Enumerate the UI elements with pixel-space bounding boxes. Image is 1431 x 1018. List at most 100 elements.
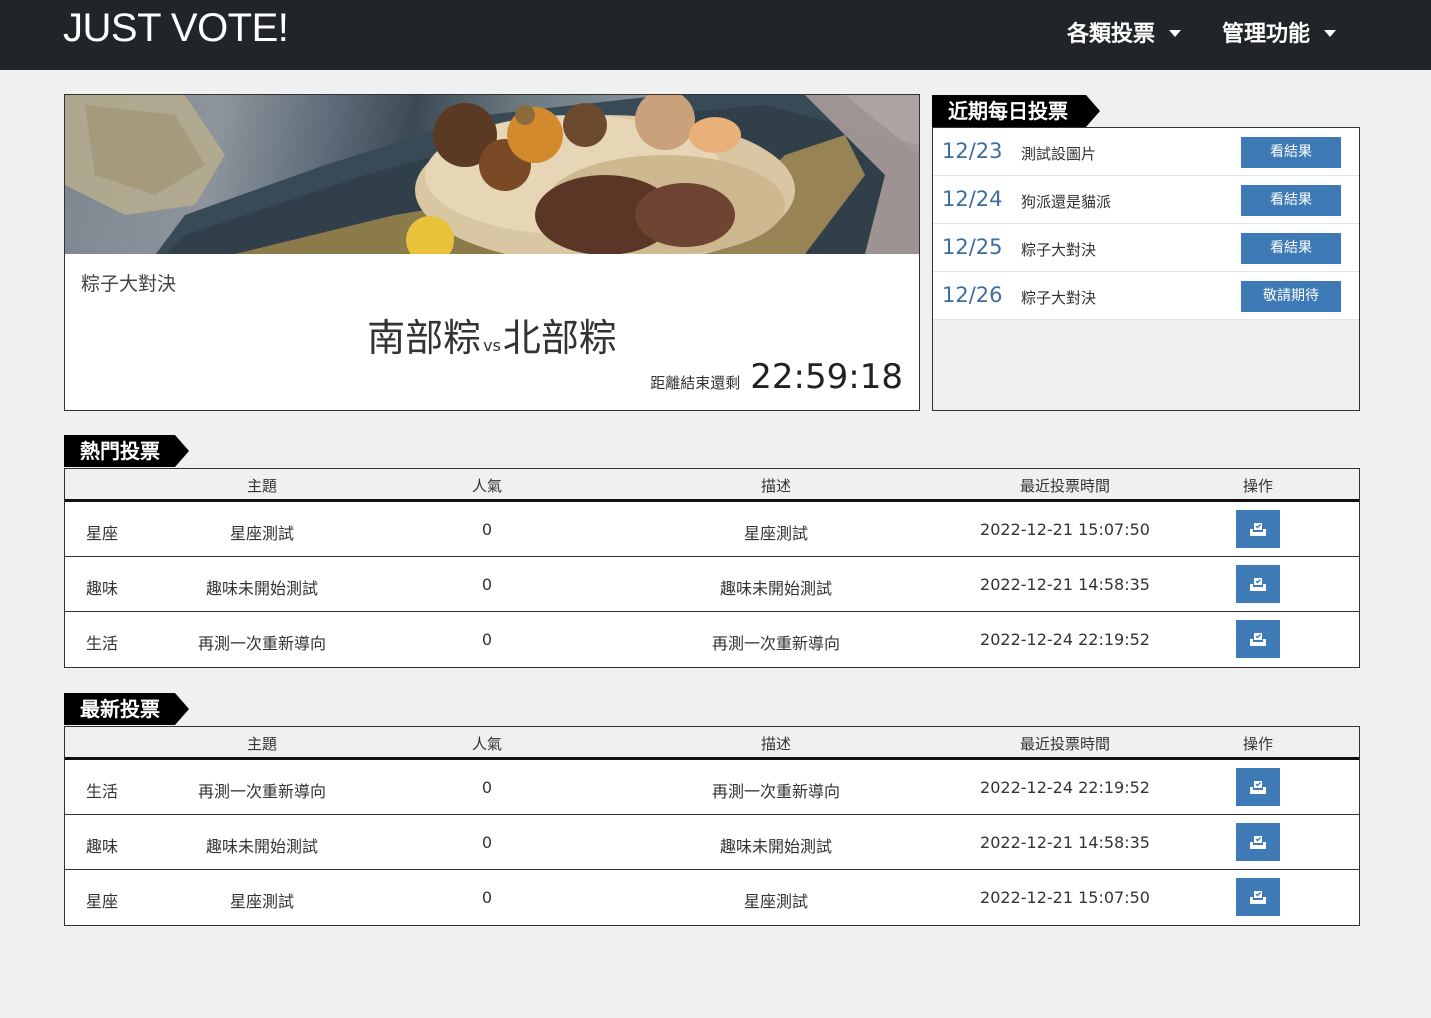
header-popularity: 人氣 <box>471 477 503 495</box>
view-results-button[interactable]: 看結果 <box>1241 137 1341 168</box>
row-description: 再測一次重新導向 <box>711 782 841 801</box>
row-last-vote: 2022-12-21 15:07:50 <box>980 888 1150 907</box>
daily-vote-item: 12/24 狗派還是貓派 看結果 <box>933 176 1359 224</box>
header-topic: 主題 <box>246 477 278 495</box>
table-header: 主題 人氣 描述 最近投票時間 操作 <box>65 469 1359 502</box>
featured-vote-card[interactable]: 粽子大對決 南部粽 vs北部粽 距離結束還剩 22:59:18 <box>64 94 920 411</box>
header-description: 描述 <box>760 735 792 753</box>
row-last-vote: 2022-12-24 22:19:52 <box>980 778 1150 797</box>
daily-vote-topic: 粽子大對決 <box>1021 289 1097 307</box>
vote-box-icon <box>1250 578 1266 591</box>
header-popularity: 人氣 <box>471 735 503 753</box>
row-category: 星座 <box>86 892 119 911</box>
table-row: 趣味 趣味未開始測試 0 趣味未開始測試 2022-12-21 14:58:35 <box>65 557 1359 612</box>
row-topic: 星座測試 <box>229 892 295 911</box>
table-row: 趣味 趣味未開始測試 0 趣味未開始測試 2022-12-21 14:58:35 <box>65 815 1359 870</box>
vote-button[interactable] <box>1236 620 1280 658</box>
vote-button[interactable] <box>1236 823 1280 861</box>
header-topic: 主題 <box>246 735 278 753</box>
option-a: 南部粽 <box>367 316 482 360</box>
header-action: 操作 <box>1242 735 1274 753</box>
header-last-vote: 最近投票時間 <box>1019 477 1111 495</box>
daily-votes-heading: 近期每日投票 <box>932 95 1100 127</box>
row-category: 生活 <box>86 634 119 653</box>
row-category: 趣味 <box>86 837 119 856</box>
nav-menu-categories[interactable]: 各類投票 <box>1067 16 1182 48</box>
latest-votes-heading: 最新投票 <box>64 693 189 725</box>
row-popularity: 0 <box>481 888 493 907</box>
featured-vote-image <box>65 95 919 254</box>
top-navbar: JUST VOTE! 各類投票 管理功能 <box>0 0 1431 70</box>
daily-vote-topic: 狗派還是貓派 <box>1021 193 1112 211</box>
row-last-vote: 2022-12-24 22:19:52 <box>980 630 1150 649</box>
daily-votes-list: 12/23 測試設圖片 看結果 12/24 狗派還是貓派 看結果 12/25 粽… <box>932 127 1360 411</box>
row-topic: 再測一次重新導向 <box>197 782 327 801</box>
brand-logo[interactable]: JUST VOTE! <box>63 6 289 51</box>
nav-menu-label: 管理功能 <box>1222 22 1311 47</box>
header-action: 操作 <box>1242 477 1274 495</box>
daily-vote-date: 12/26 <box>942 283 1003 307</box>
row-popularity: 0 <box>481 833 493 852</box>
row-category: 生活 <box>86 782 119 801</box>
vote-box-icon <box>1250 633 1266 646</box>
table-row: 星座 星座測試 0 星座測試 2022-12-21 15:07:50 <box>65 870 1359 925</box>
row-description: 趣味未開始測試 <box>719 579 833 598</box>
caret-down-icon <box>1324 29 1337 37</box>
hot-votes-heading: 熱門投票 <box>64 435 189 467</box>
header-description: 描述 <box>760 477 792 495</box>
daily-vote-date: 12/23 <box>942 139 1003 163</box>
row-description: 趣味未開始測試 <box>719 837 833 856</box>
row-topic: 趣味未開始測試 <box>205 837 319 856</box>
row-description: 再測一次重新導向 <box>711 634 841 653</box>
row-last-vote: 2022-12-21 15:07:50 <box>980 520 1150 539</box>
row-description: 星座測試 <box>743 524 809 543</box>
countdown-time: 22:59:18 <box>750 357 903 397</box>
header-last-vote: 最近投票時間 <box>1019 735 1111 753</box>
vote-button[interactable] <box>1236 768 1280 806</box>
countdown-label: 距離結束還剩 <box>650 374 741 392</box>
row-description: 星座測試 <box>743 892 809 911</box>
vote-button[interactable] <box>1236 565 1280 603</box>
nav-menu-label: 各類投票 <box>1067 22 1156 47</box>
row-topic: 星座測試 <box>229 524 295 543</box>
row-popularity: 0 <box>481 630 493 649</box>
row-last-vote: 2022-12-21 14:58:35 <box>980 833 1150 852</box>
daily-vote-item: 12/25 粽子大對決 看結果 <box>933 224 1359 272</box>
hot-votes-table: 主題 人氣 描述 最近投票時間 操作 星座 星座測試 0 星座測試 2022-1… <box>64 468 1360 668</box>
nav-menu-admin[interactable]: 管理功能 <box>1222 16 1337 48</box>
daily-vote-item: 12/26 粽子大對決 敬請期待 <box>933 272 1359 320</box>
vs-label: vs <box>483 336 501 355</box>
vote-button[interactable] <box>1236 510 1280 548</box>
daily-vote-topic: 粽子大對決 <box>1021 241 1097 259</box>
row-popularity: 0 <box>481 778 493 797</box>
coming-soon-button[interactable]: 敬請期待 <box>1241 281 1341 312</box>
row-popularity: 0 <box>481 575 493 594</box>
daily-vote-date: 12/25 <box>942 235 1003 259</box>
row-last-vote: 2022-12-21 14:58:35 <box>980 575 1150 594</box>
view-results-button[interactable]: 看結果 <box>1241 233 1341 264</box>
featured-vote-title: 粽子大對決 <box>81 273 177 295</box>
row-category: 趣味 <box>86 579 119 598</box>
table-header: 主題 人氣 描述 最近投票時間 操作 <box>65 727 1359 760</box>
vote-box-icon <box>1250 523 1266 536</box>
caret-down-icon <box>1169 29 1182 37</box>
table-row: 星座 星座測試 0 星座測試 2022-12-21 15:07:50 <box>65 502 1359 557</box>
daily-vote-item: 12/23 測試設圖片 看結果 <box>933 128 1359 176</box>
view-results-button[interactable]: 看結果 <box>1241 185 1341 216</box>
vote-box-icon <box>1250 781 1266 794</box>
row-topic: 再測一次重新導向 <box>197 634 327 653</box>
latest-votes-table: 主題 人氣 描述 最近投票時間 操作 生活 再測一次重新導向 0 再測一次重新導… <box>64 726 1360 926</box>
row-category: 星座 <box>86 524 119 543</box>
row-topic: 趣味未開始測試 <box>205 579 319 598</box>
table-row: 生活 再測一次重新導向 0 再測一次重新導向 2022-12-24 22:19:… <box>65 760 1359 815</box>
row-popularity: 0 <box>481 520 493 539</box>
vote-box-icon <box>1250 891 1266 904</box>
daily-vote-date: 12/24 <box>942 187 1003 211</box>
vote-box-icon <box>1250 836 1266 849</box>
countdown: 距離結束還剩 22:59:18 <box>650 357 903 397</box>
vote-button[interactable] <box>1236 878 1280 916</box>
table-row: 生活 再測一次重新導向 0 再測一次重新導向 2022-12-24 22:19:… <box>65 612 1359 667</box>
featured-vote-matchup: 南部粽 vs北部粽 <box>65 307 919 362</box>
daily-vote-topic: 測試設圖片 <box>1021 145 1097 163</box>
option-b: 北部粽 <box>502 316 617 360</box>
